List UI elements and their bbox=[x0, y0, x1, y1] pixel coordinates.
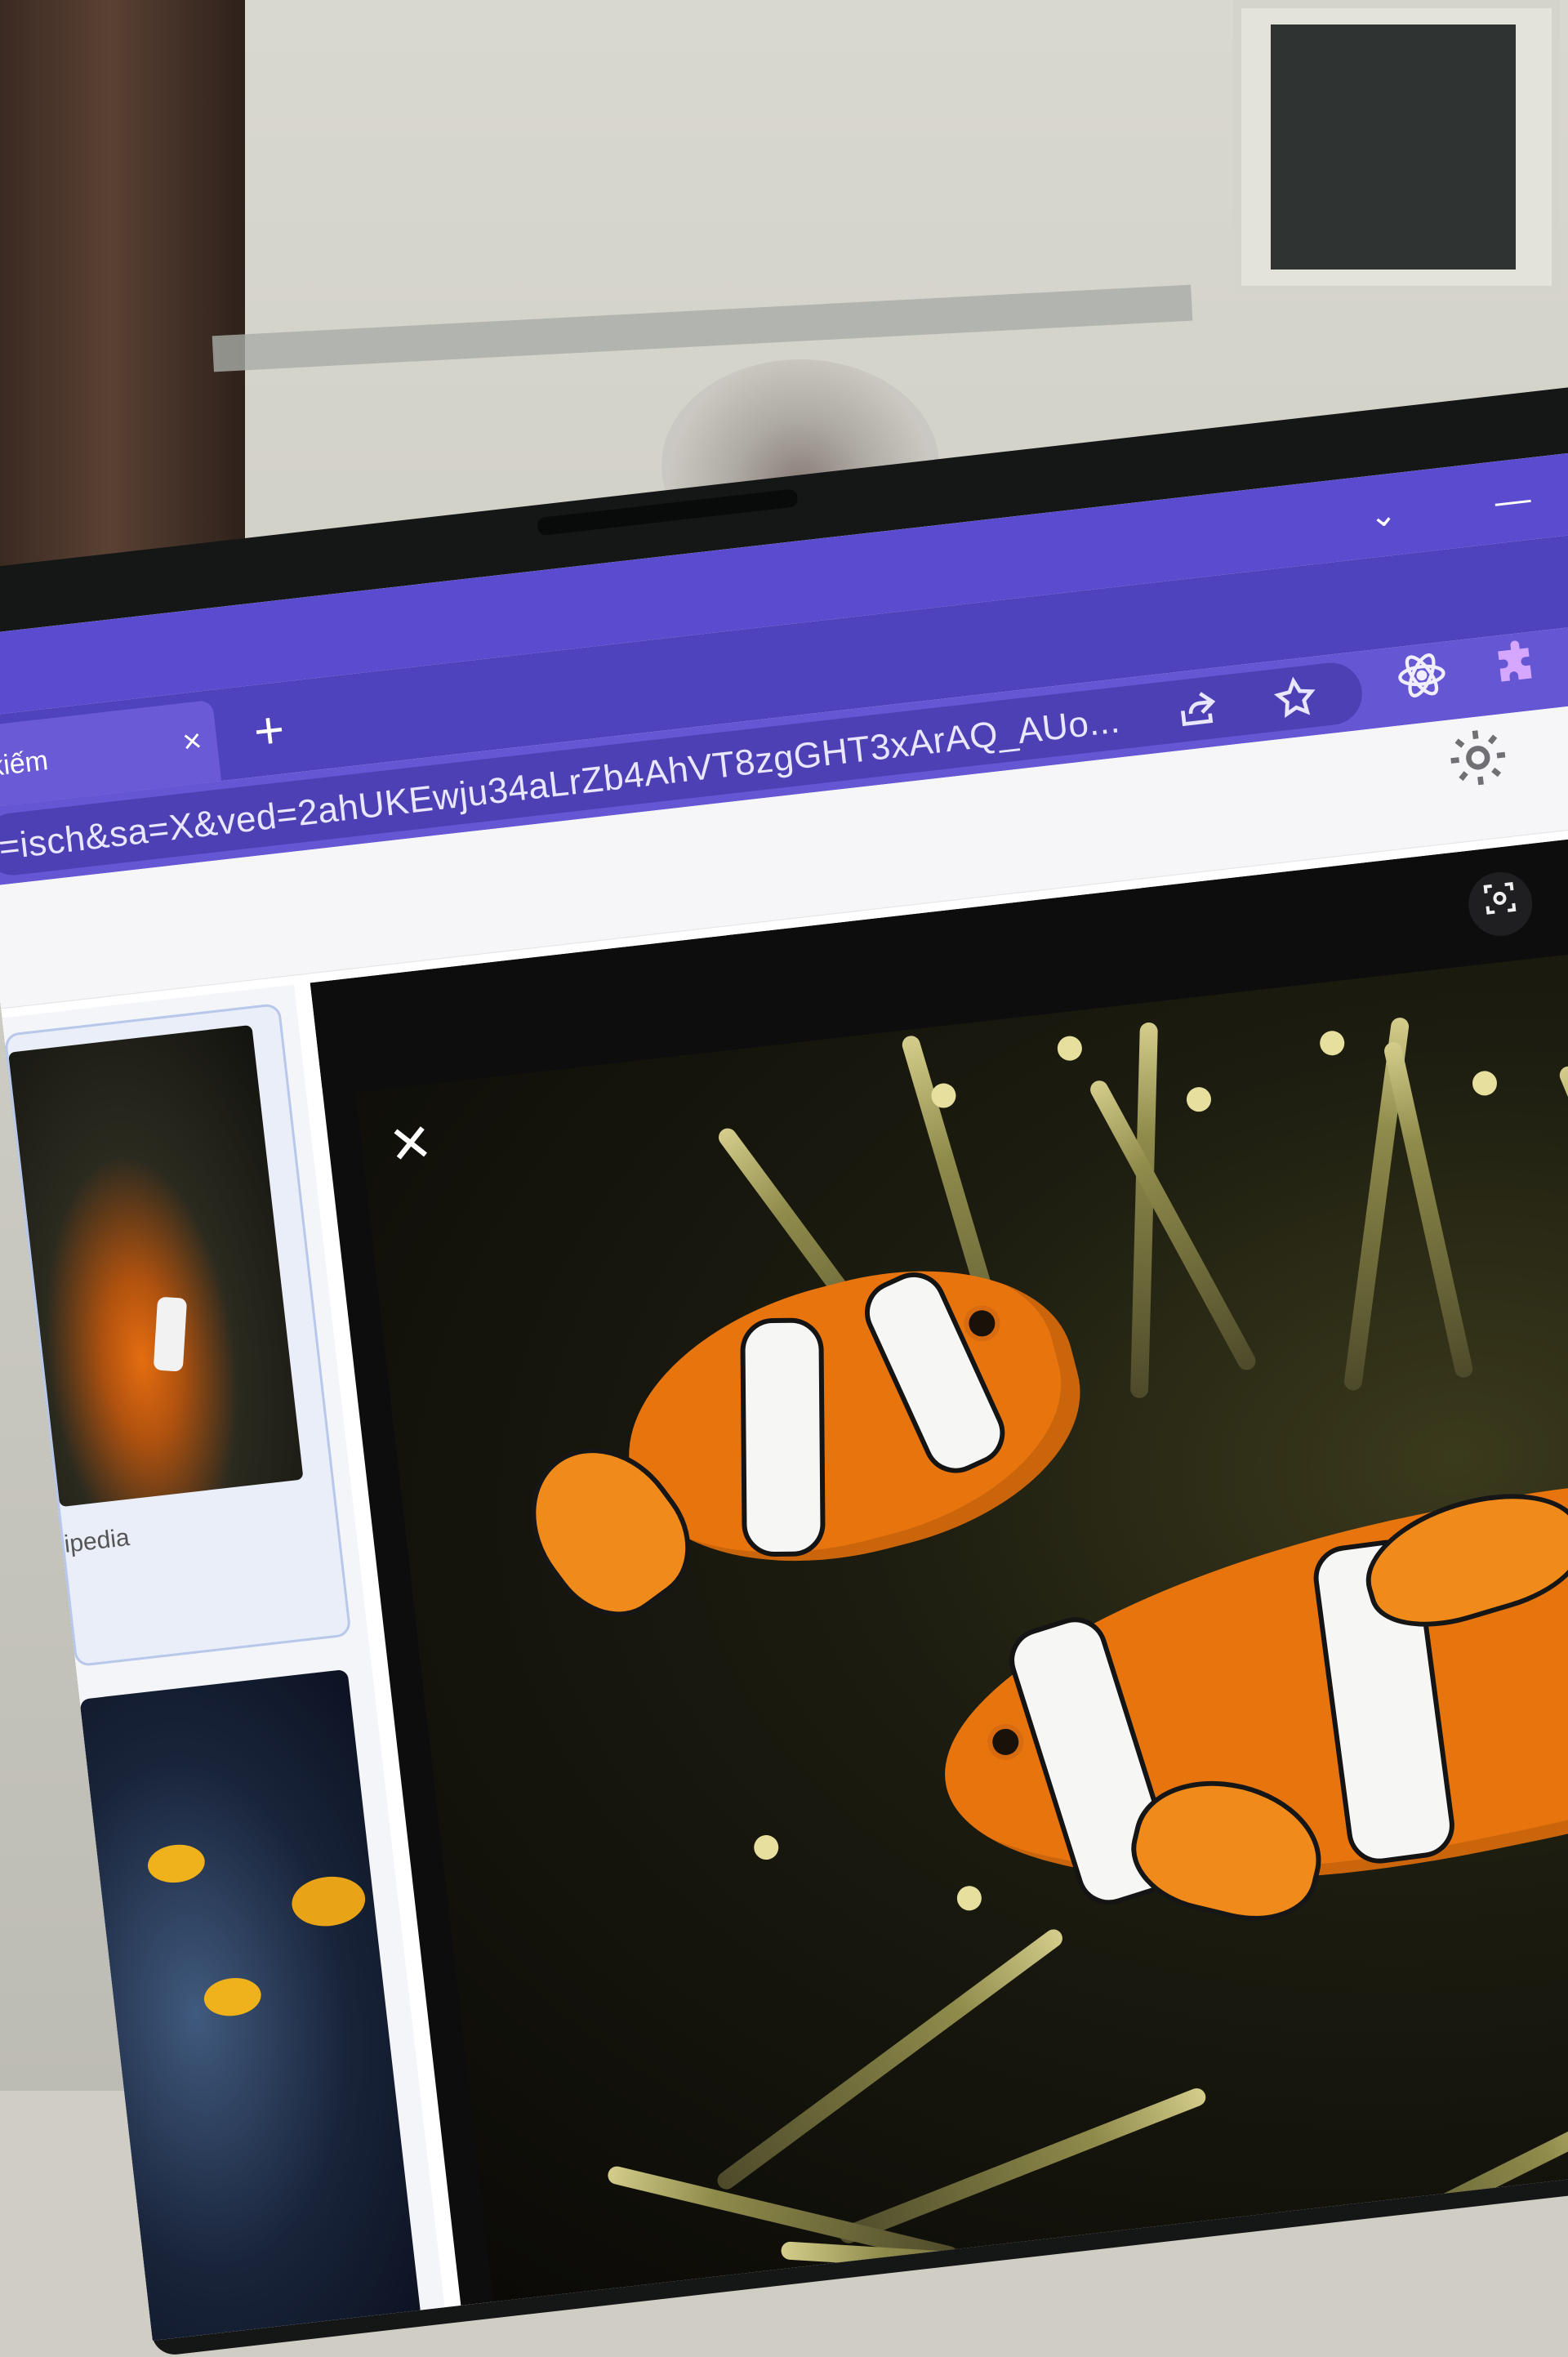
close-preview-icon[interactable]: ✕ bbox=[375, 1108, 448, 1181]
wall-window bbox=[1233, 0, 1560, 294]
tab-close-icon[interactable]: × bbox=[174, 723, 210, 760]
new-tab-button[interactable]: + bbox=[238, 698, 301, 761]
laptop-bezel: ⌄ — kiếm × + =isch&sa=X&ved=2ahUKEwju34a… bbox=[0, 359, 1568, 2357]
minimize-button[interactable]: — bbox=[1486, 474, 1539, 528]
browser-window: ⌄ — kiếm × + =isch&sa=X&ved=2ahUKEwju34a… bbox=[0, 427, 1568, 2341]
result-thumbnail[interactable] bbox=[79, 1669, 421, 2341]
wall-stripe bbox=[212, 284, 1193, 372]
star-icon[interactable] bbox=[1270, 673, 1321, 724]
tab-title: kiếm bbox=[0, 745, 50, 783]
result-source[interactable]: ipedia bbox=[63, 1524, 131, 1559]
lens-icon[interactable] bbox=[1465, 868, 1536, 940]
gear-icon[interactable] bbox=[1441, 721, 1517, 797]
result-thumbnail[interactable] bbox=[8, 1024, 304, 1508]
tab-search-chevron-icon[interactable]: ⌄ bbox=[1356, 488, 1410, 542]
preview-image[interactable] bbox=[355, 922, 1568, 2302]
atom-icon[interactable] bbox=[1391, 646, 1454, 709]
share-icon[interactable] bbox=[1173, 684, 1223, 734]
puzzle-icon[interactable] bbox=[1488, 635, 1551, 698]
image-preview-panel: ⋮ ‹ ✕ bbox=[310, 809, 1568, 2306]
